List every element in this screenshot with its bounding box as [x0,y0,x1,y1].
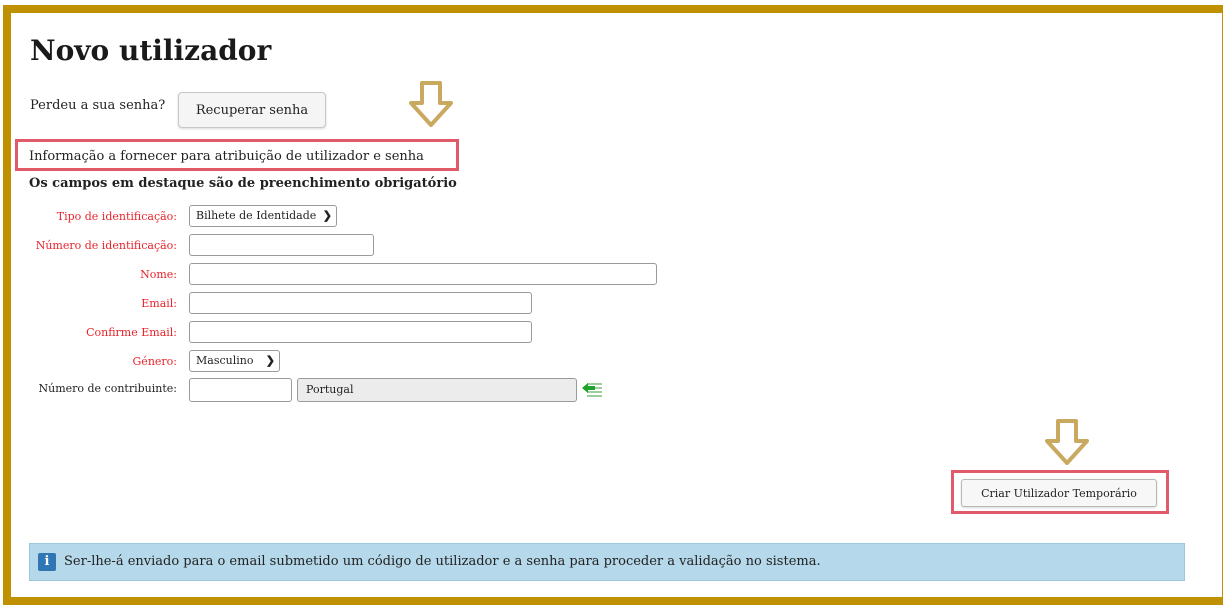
genero-select[interactable]: Masculino ❯ [189,350,280,372]
email-input[interactable] [189,292,532,314]
genero-label: Género: [132,355,177,368]
page-content: Novo utilizador Perdeu a sua senha? Recu… [11,13,1222,597]
lost-password-text: Perdeu a sua senha? [30,98,166,113]
contribuinte-label-wrap: Número de contribuinte: [11,378,177,402]
chevron-down-icon: ❯ [265,354,275,367]
required-fields-note: Os campos em destaque são de preenchimen… [29,176,457,191]
recover-password-button[interactable]: Recuperar senha [178,92,326,128]
notice-banner: i Ser-lhe-á enviado para o email submeti… [29,543,1185,581]
contribuinte-label: Número de contribuinte: [38,382,177,395]
tipo-identificacao-value: Bilhete de Identidade [196,209,317,222]
arrow-down-icon [1045,419,1089,465]
notice-text: Ser-lhe-á enviado para o email submetido… [64,554,821,569]
genero-label-wrap: Género: [11,350,177,374]
info-text: Informação a fornecer para atribuição de… [29,149,424,164]
genero-value: Masculino [196,354,254,367]
numero-label-wrap: Número de identificação: [11,234,177,258]
info-icon: i [38,553,56,571]
email-label-wrap: Email: [11,292,177,316]
confirm-label-wrap: Confirme Email: [11,321,177,345]
email-label: Email: [141,297,177,310]
nome-input[interactable] [189,263,657,285]
page-title: Novo utilizador [30,34,272,67]
chevron-down-icon: ❯ [322,209,332,222]
arrow-down-icon [409,81,453,127]
page-frame: Novo utilizador Perdeu a sua senha? Recu… [3,5,1223,605]
country-field[interactable]: Portugal [297,378,577,402]
country-picker-icon[interactable] [581,380,603,400]
nome-label: Nome: [140,268,177,281]
tipo-label-wrap: Tipo de identificação: [11,205,177,229]
confirm-email-label: Confirme Email: [86,326,177,339]
tipo-identificacao-select[interactable]: Bilhete de Identidade ❯ [189,205,337,227]
create-temporary-user-button[interactable]: Criar Utilizador Temporário [961,479,1157,507]
nome-label-wrap: Nome: [11,263,177,287]
numero-identificacao-label: Número de identificação: [35,239,177,252]
numero-identificacao-input[interactable] [189,234,374,256]
contribuinte-input[interactable] [189,378,292,402]
confirm-email-input[interactable] [189,321,532,343]
tipo-identificacao-label: Tipo de identificação: [56,210,177,223]
